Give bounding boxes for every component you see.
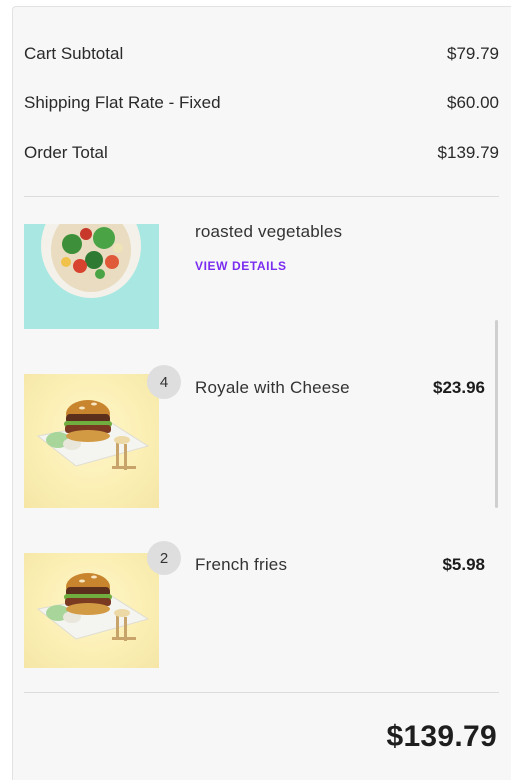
salad-bowl-image (24, 224, 159, 329)
order-total-value: $139.79 (437, 143, 499, 162)
divider-bottom (24, 692, 499, 693)
item-list-scrollbar[interactable] (495, 320, 498, 508)
burger-plate-image (24, 553, 159, 668)
item-name: French fries (195, 555, 288, 574)
cart-subtotal-label: Cart Subtotal (24, 44, 124, 63)
cart-item: roasted vegetables VIEW DETAILS (24, 222, 485, 334)
shipping-value: $60.00 (447, 93, 499, 112)
grand-total: $139.79 (386, 720, 497, 753)
cart-item: 4 Royale with Cheese $23.96 (24, 365, 485, 508)
shipping-label: Shipping Flat Rate - Fixed (24, 93, 221, 112)
order-total-row: Order Total $139.79 (24, 140, 499, 166)
cart-item: 2 French fries $5.98 (24, 541, 485, 668)
item-price: $5.98 (442, 555, 485, 574)
divider-top (24, 196, 499, 197)
item-name: roasted vegetables (195, 222, 343, 241)
burger-plate-image (24, 374, 159, 508)
cart-subtotal-row: Cart Subtotal $79.79 (24, 41, 499, 67)
item-price: $23.96 (433, 378, 485, 397)
quantity-badge: 4 (147, 365, 181, 399)
item-name: Royale with Cheese (195, 378, 350, 397)
shipping-row: Shipping Flat Rate - Fixed $60.00 (24, 90, 499, 116)
cart-subtotal-value: $79.79 (447, 44, 499, 63)
quantity-badge: 2 (147, 541, 181, 575)
order-total-label: Order Total (24, 143, 108, 162)
view-details-link[interactable]: VIEW DETAILS (195, 259, 287, 273)
